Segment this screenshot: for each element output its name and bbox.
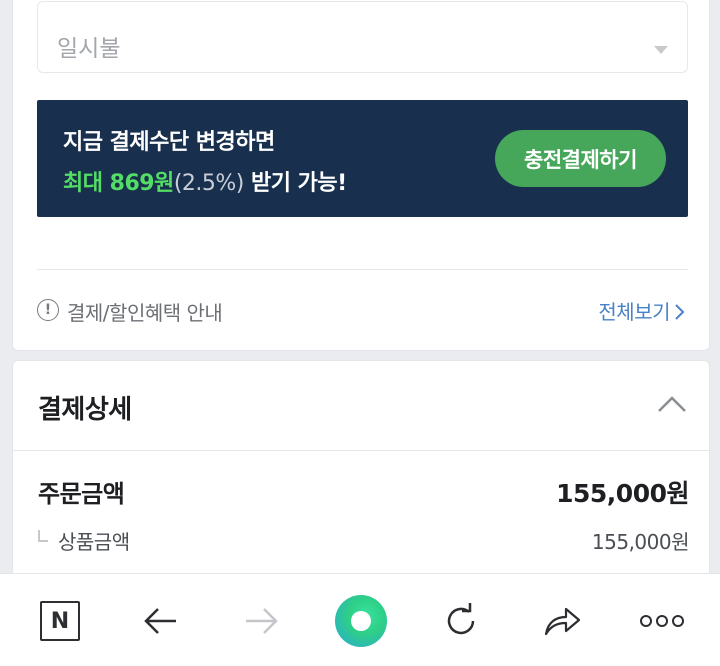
forward-button[interactable] [239,599,283,643]
order-amount-row: 주문금액 155,000원 [38,474,689,509]
banner-reward-percent: (2.5%) [173,171,245,196]
exclamation-circle-icon: ! [37,299,59,321]
charge-payment-button[interactable]: 충전결제하기 [495,130,666,187]
view-all-link[interactable]: 전체보기 [598,296,686,325]
arrow-right-icon [246,608,278,634]
share-arrow-icon [544,607,581,636]
benefit-info-label: 결제/할인혜택 안내 [67,301,223,325]
caret-down-icon [654,46,668,54]
banner-headline: 지금 결제수단 변경하면 [63,130,275,155]
share-button[interactable] [540,599,584,643]
benefit-info-row: ! 결제/할인혜택 안내 전체보기 [37,293,688,329]
back-button[interactable] [139,599,183,643]
banner-reward-text: 최대 869원(2.5%) 받기 가능! [63,165,347,197]
payment-options-card: 일시불 지금 결제수단 변경하면 최대 869원(2.5%) 받기 가능! 충전… [12,0,710,351]
green-dot-icon [335,595,387,647]
naver-n-icon: N [40,601,80,641]
product-amount-value: 155,000원 [591,530,690,554]
naver-home-button[interactable]: N [38,599,82,643]
refresh-button[interactable] [439,599,483,643]
charge-payment-banner: 지금 결제수단 변경하면 최대 869원(2.5%) 받기 가능! 충전결제하기 [37,100,688,217]
more-button[interactable] [639,599,685,643]
sub-item-marker [38,530,48,542]
banner-reward-suffix: 받기 가능! [243,171,347,196]
chevron-right-icon [675,304,685,320]
installment-select[interactable]: 일시불 [37,1,688,73]
banner-reward-amount: 최대 869원 [63,171,174,196]
product-amount-label: 상품금액 [58,530,130,554]
divider [13,450,709,451]
chevron-up-icon[interactable] [657,393,687,415]
green-dot-button[interactable] [334,594,388,648]
arrow-left-icon [144,608,176,634]
view-all-label: 전체보기 [598,300,670,324]
order-amount-label: 주문금액 [38,480,125,508]
green-dot-center [351,611,371,631]
payment-detail-title: 결제상세 [38,395,132,425]
divider [37,269,688,270]
browser-toolbar: N [0,573,720,666]
refresh-icon [447,603,475,635]
installment-select-value: 일시불 [57,36,121,62]
more-dots-icon [640,615,684,627]
order-amount-value: 155,000원 [556,479,689,508]
